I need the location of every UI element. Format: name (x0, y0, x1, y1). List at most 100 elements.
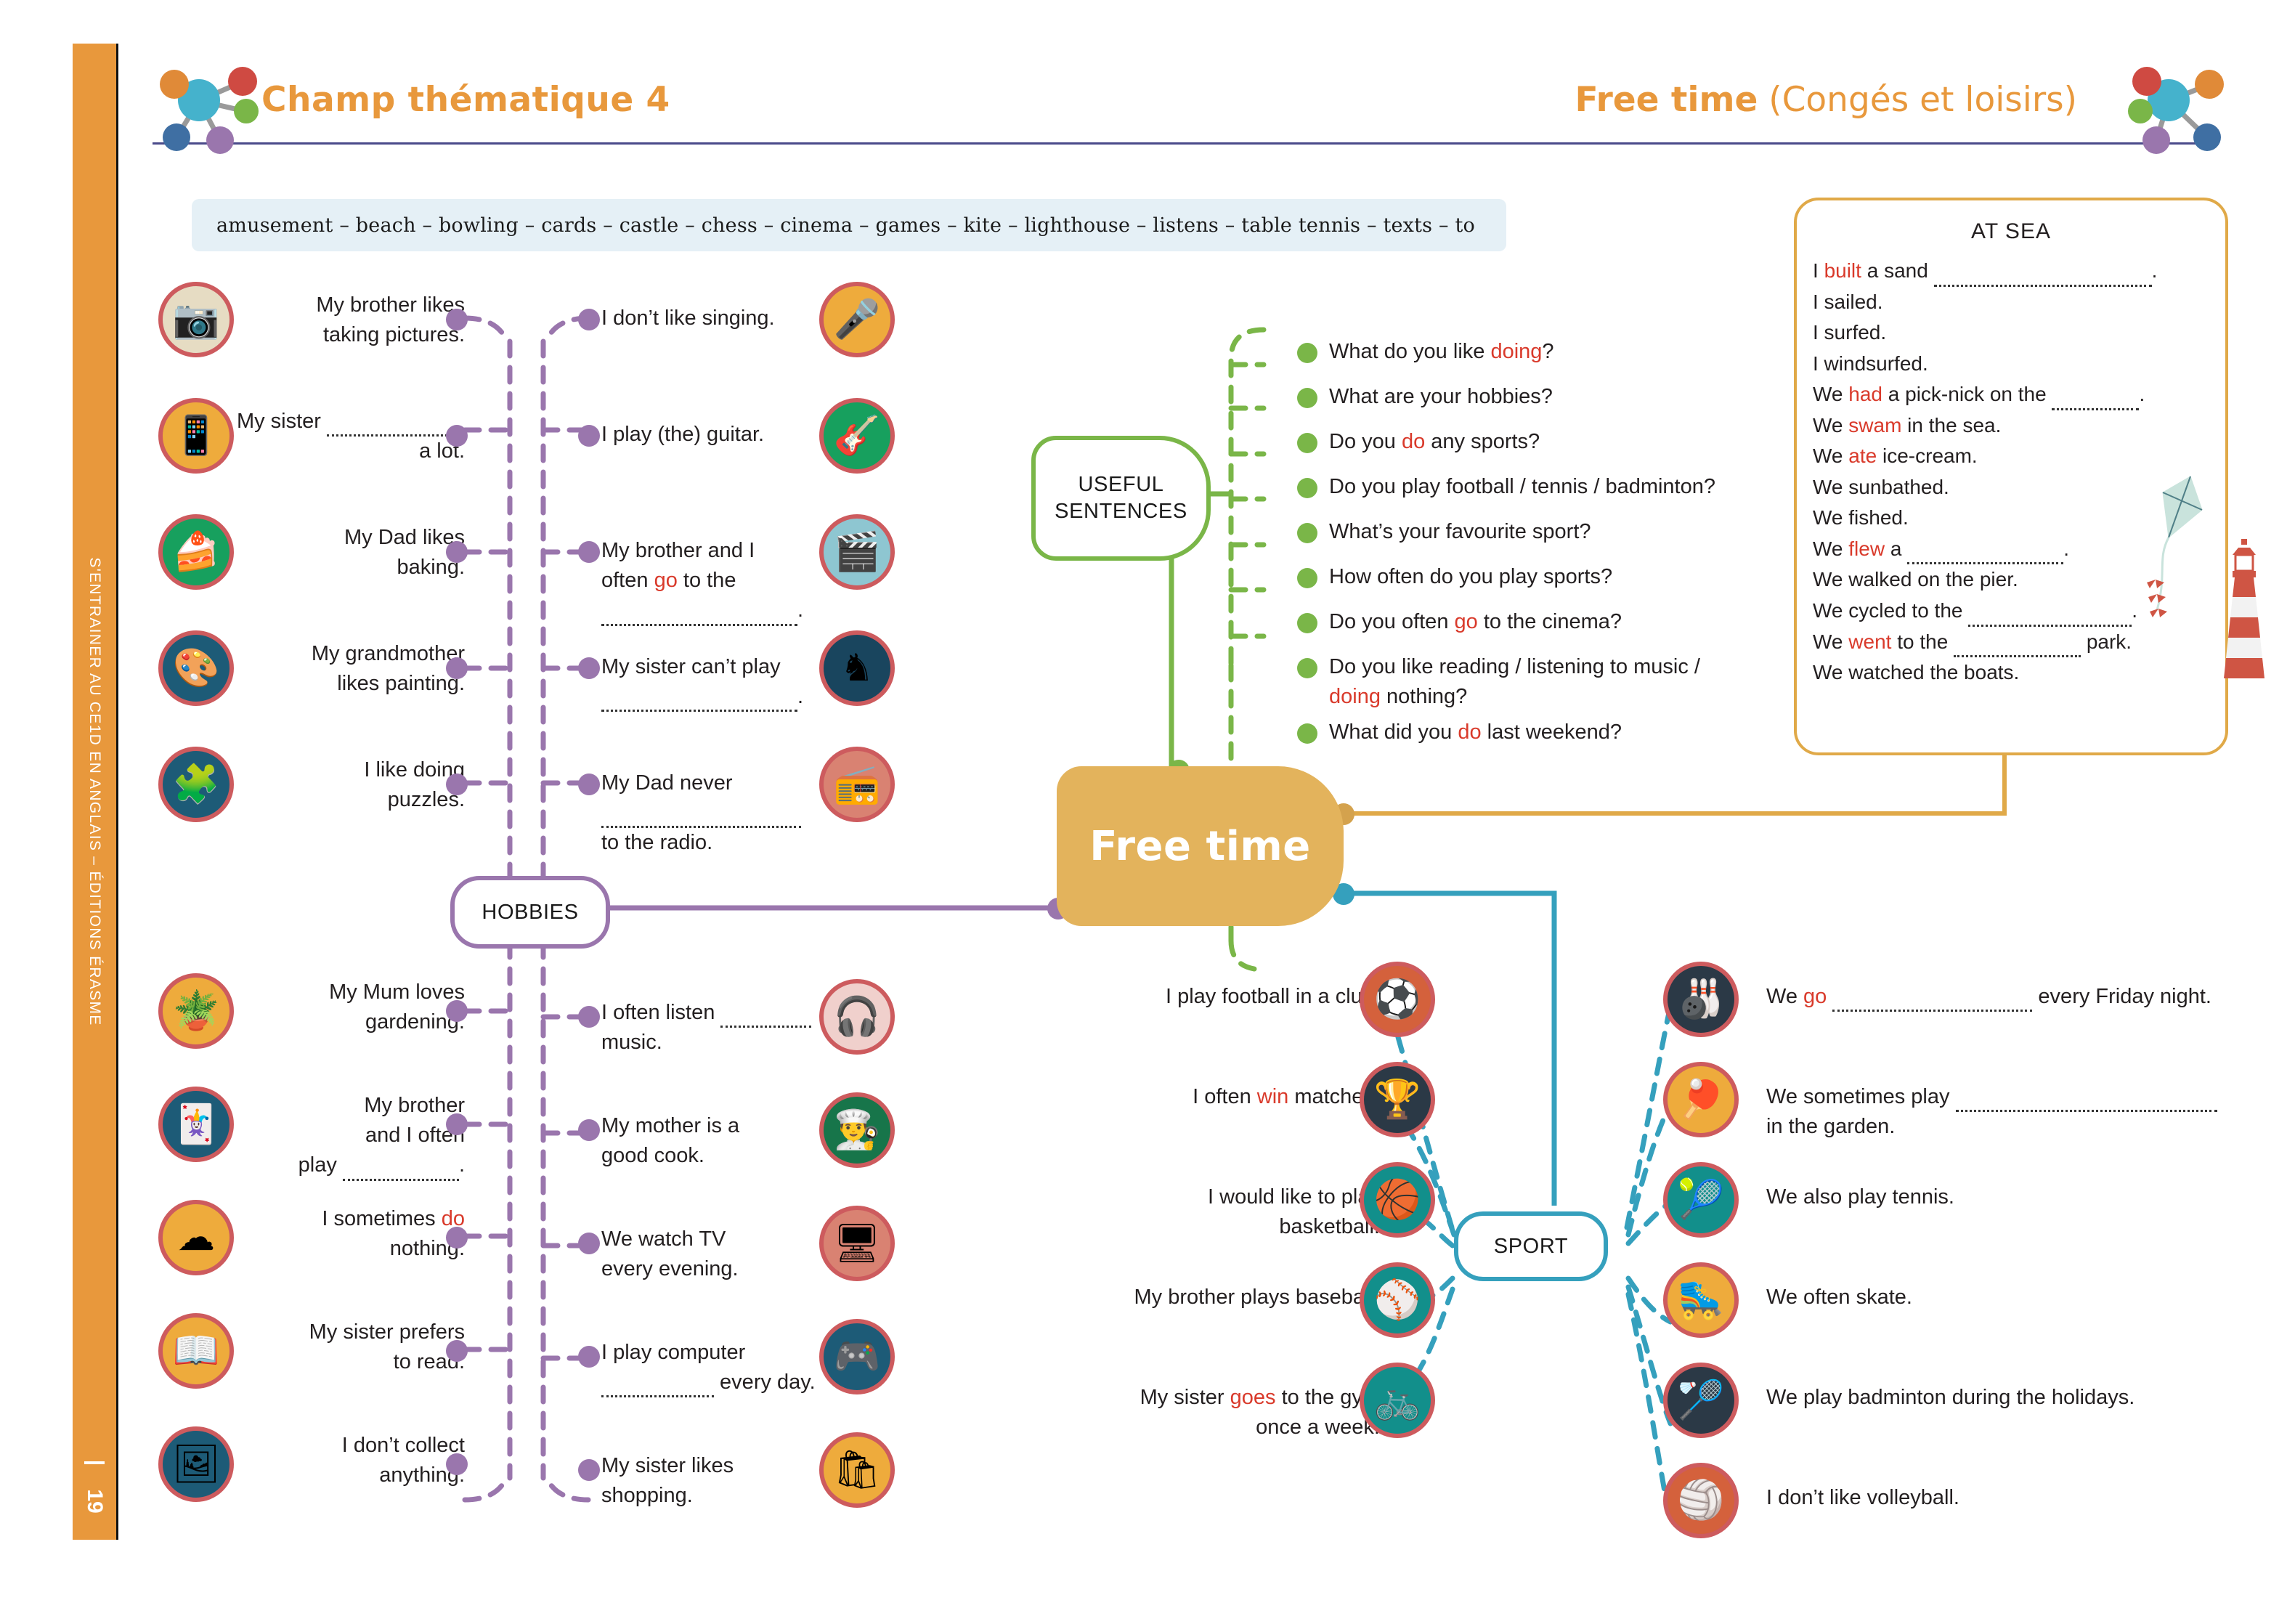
sentence-text: I often win matches. (1193, 1085, 1380, 1108)
sidebar-credit-text: S'ENTRAINER AU CE1D EN ANGLAIS – ÉDITION… (86, 557, 103, 1026)
molecule-node (2195, 70, 2224, 99)
kite-icon (2147, 476, 2203, 617)
connector-dot (578, 309, 600, 330)
sentence-text: We watch TV every evening. (601, 1227, 739, 1281)
connector-dot (446, 1000, 468, 1022)
connector-dot (578, 657, 600, 679)
molecule-icon (2128, 67, 2224, 154)
page-number-rule (84, 1461, 105, 1464)
lighthouse-icon (2224, 539, 2264, 678)
connector-dot (446, 1227, 468, 1249)
connector-dot (1297, 613, 1317, 633)
branch-node-useful-sentences[interactable]: USEFUL SENTENCES (1031, 436, 1211, 561)
open-book-icon: 📖 (158, 1313, 234, 1389)
theme-title-paren: (Congés et loisirs) (1758, 80, 2077, 120)
connector-dot (578, 1233, 600, 1254)
useful-sentence-item: Do you often go to the cinema? (1329, 610, 1622, 633)
page-title: Champ thématique 4 (261, 80, 670, 120)
sentence-text: We go every Friday night. (1766, 982, 2275, 1012)
sentence-text: My mother is a good cook. (601, 1114, 740, 1168)
branch-node-sport-label: SPORT (1493, 1234, 1569, 1258)
connector-dot (578, 541, 600, 563)
stamp-icon: 🖼 (158, 1426, 234, 1502)
page-number: 19 (83, 1489, 107, 1514)
at-sea-line: We had a pick-nick on the . (1813, 379, 2225, 410)
palette-icon: 🎨 (158, 630, 234, 706)
connector-dot (1297, 478, 1317, 498)
connector-dot (1297, 523, 1317, 543)
molecule-node (2142, 126, 2170, 154)
molecule-node (2128, 99, 2153, 123)
playing-cards-icon: 🃏 (158, 1087, 234, 1162)
sentence-text: I often listen music. (601, 998, 819, 1057)
word-bank-text: amusement – beach – bowling – cards – ca… (216, 214, 1475, 237)
roller-skate-icon: 🛼 (1663, 1262, 1739, 1338)
molecule-node (206, 126, 234, 154)
branch-node-hobbies-label: HOBBIES (482, 900, 579, 924)
sentence-text: I play (the) guitar. (601, 423, 765, 446)
microphone-icon: 🎤 (819, 282, 895, 357)
connector-dot (1297, 658, 1317, 678)
center-node-free-time[interactable]: Free time (1057, 766, 1344, 926)
tablet-icon: 📱 (158, 398, 234, 474)
connector-dot (446, 1340, 468, 1362)
chef-hat-icon: 👨‍🍳 (819, 1092, 895, 1168)
connector-dot (578, 1346, 600, 1368)
molecule-icon (158, 67, 259, 154)
camera-icon: 📷 (158, 282, 234, 357)
connector-dot (446, 774, 468, 795)
football-icon: ⚽ (1360, 962, 1435, 1037)
exercise-bike-icon: 🚲 (1360, 1363, 1435, 1438)
at-sea-line: We went to the park. (1813, 627, 2225, 658)
useful-sentence-item: Do you do any sports? (1329, 430, 1540, 453)
sentence-text: We sometimes play in the garden. (1766, 1082, 2275, 1142)
useful-sentence-item: What did you do last weekend? (1329, 720, 1622, 744)
sentence-text: My brother and Ioften go to the. (601, 536, 812, 626)
sentence-text: My Dad never to the radio. (601, 768, 812, 858)
molecule-node (228, 67, 257, 96)
headphones-icon: 🎧 (819, 979, 895, 1055)
sidebar-spine: S'ENTRAINER AU CE1D EN ANGLAIS – ÉDITION… (73, 44, 118, 1540)
sentence-text: I would like to play basketball. (1208, 1185, 1380, 1239)
connector-dot (578, 425, 600, 447)
sentence-text: We also play tennis. (1766, 1185, 1954, 1209)
sentence-text: I play football in a club. (1165, 985, 1380, 1008)
at-sea-line: I sailed. (1813, 290, 1883, 313)
theme-title-bold: Free time (1575, 80, 1758, 120)
trophy-icon: 🏆 (1360, 1062, 1435, 1137)
sentence-text: I play computer every day. (601, 1338, 819, 1398)
connector-dot (1297, 388, 1317, 408)
connector-dot (1297, 433, 1317, 453)
cake-icon: 🍰 (158, 514, 234, 590)
molecule-node (2132, 67, 2161, 96)
connector-dot (1297, 343, 1317, 363)
connector-dot (1297, 568, 1317, 588)
tv-icon: 🖥 (819, 1206, 895, 1281)
connector-dot (446, 309, 468, 330)
at-sea-line: We swam in the sea. (1813, 413, 2002, 437)
sidebar-divider (116, 44, 118, 1540)
bowling-icon: 🎳 (1663, 962, 1739, 1037)
baseball-icon: ⚾ (1360, 1262, 1435, 1338)
at-sea-line: I built a sand . (1813, 256, 2225, 287)
word-bank: amusement – beach – bowling – cards – ca… (192, 199, 1506, 251)
useful-sentence-item: Do you play football / tennis / badminto… (1329, 475, 1715, 498)
sentence-text: We play badminton during the holidays. (1766, 1386, 2135, 1409)
connector-dot (446, 1453, 468, 1475)
connector-dot (446, 657, 468, 679)
basketball-icon: 🏀 (1360, 1162, 1435, 1238)
shopping-bag-icon: 🛍 (819, 1432, 895, 1508)
sentence-text: I don’t like singing. (601, 306, 775, 330)
guitar-icon: 🎸 (819, 398, 895, 474)
at-sea-line: We watched the boats. (1813, 661, 2020, 684)
branch-node-hobbies[interactable]: HOBBIES (450, 876, 610, 949)
molecule-node (163, 123, 190, 151)
connector-dot (446, 1113, 468, 1135)
useful-sentences-label-line1: USEFUL (1078, 472, 1164, 496)
theme-title: Free time (Congés et loisirs) (1575, 80, 2078, 120)
at-sea-line: I surfed. (1813, 321, 1887, 344)
branch-node-sport[interactable]: SPORT (1454, 1211, 1608, 1281)
useful-sentence-item: What’s your favourite sport? (1329, 520, 1591, 543)
connector-dot (446, 425, 468, 447)
tennis-racket-icon: 🎾 (1663, 1162, 1739, 1238)
